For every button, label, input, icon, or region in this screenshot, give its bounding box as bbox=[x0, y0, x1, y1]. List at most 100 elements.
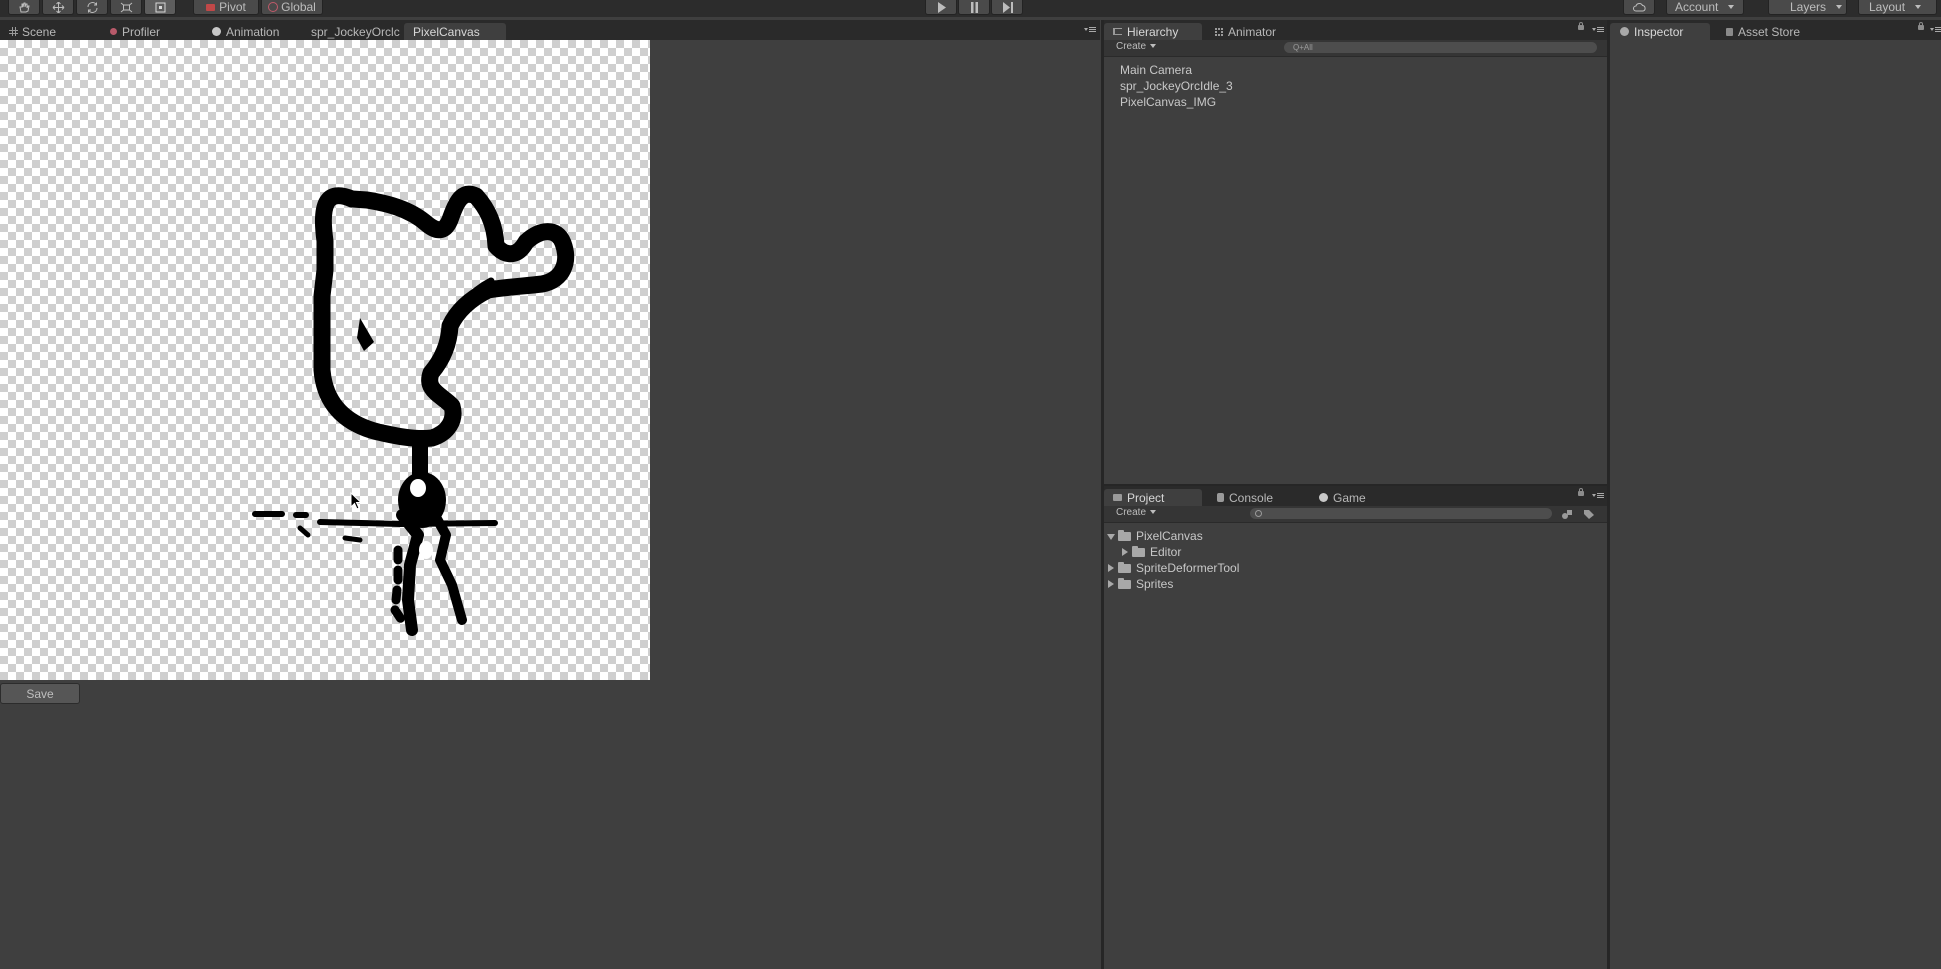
animator-icon bbox=[1215, 27, 1223, 36]
step-icon bbox=[1002, 1, 1013, 13]
rect-tool-icon bbox=[155, 2, 165, 12]
save-button[interactable]: Save bbox=[0, 683, 80, 704]
filter-by-type-icon[interactable] bbox=[1561, 509, 1573, 520]
search-placeholder: Q+All bbox=[1293, 43, 1313, 52]
pivot-label: Pivot bbox=[219, 0, 246, 14]
search-icon bbox=[1255, 510, 1262, 517]
folder-icon bbox=[1118, 562, 1131, 573]
folder-icon bbox=[1132, 546, 1145, 557]
tab-scene-label: Scene bbox=[22, 24, 57, 39]
folder-icon bbox=[1118, 530, 1131, 541]
tab-asset-store[interactable]: Asset Store bbox=[1714, 23, 1824, 40]
hierarchy-item-main-camera[interactable]: Main Camera bbox=[1120, 62, 1192, 78]
hand-tool-button[interactable] bbox=[8, 0, 40, 15]
hierarchy-search-input[interactable]: Q+All bbox=[1284, 42, 1597, 53]
chevron-down-icon bbox=[1150, 510, 1157, 515]
hierarchy-tab-strip: Hierarchy Animator bbox=[1104, 20, 1607, 40]
expand-arrow-icon[interactable] bbox=[1107, 534, 1115, 540]
panel-menu-icon[interactable] bbox=[1592, 492, 1604, 502]
mouse-cursor-icon bbox=[350, 492, 362, 510]
pause-button[interactable] bbox=[958, 0, 990, 15]
layout-label: Layout bbox=[1869, 0, 1906, 14]
collapse-arrow-icon[interactable] bbox=[1108, 580, 1114, 588]
tab-inspector[interactable]: Inspector bbox=[1610, 23, 1710, 40]
tab-game-label: Game bbox=[1333, 490, 1366, 505]
create-dropdown[interactable]: Create bbox=[1116, 507, 1157, 518]
tab-asset-store-label: Asset Store bbox=[1738, 24, 1801, 39]
tab-animation[interactable]: Animation bbox=[203, 23, 308, 40]
folder-label: PixelCanvas bbox=[1136, 529, 1203, 543]
play-button[interactable] bbox=[925, 0, 957, 15]
tab-hierarchy[interactable]: Hierarchy bbox=[1104, 23, 1202, 40]
hierarchy-item-pixelcanvas-img[interactable]: PixelCanvas_IMG bbox=[1120, 94, 1216, 110]
create-label: Create bbox=[1116, 41, 1147, 52]
sprite-drawing bbox=[252, 185, 575, 636]
account-dropdown[interactable]: Account bbox=[1666, 0, 1744, 15]
project-folder-sprites[interactable]: Sprites bbox=[1108, 576, 1173, 592]
tab-inspector-label: Inspector bbox=[1634, 24, 1684, 39]
pivot-toggle[interactable]: Pivot bbox=[193, 0, 259, 15]
chevron-down-icon bbox=[1728, 5, 1735, 9]
chevron-down-icon bbox=[1836, 5, 1843, 9]
filter-by-label-icon[interactable] bbox=[1583, 509, 1595, 520]
hierarchy-item-sprite[interactable]: spr_JockeyOrcIdle_3 bbox=[1120, 78, 1233, 94]
panel-menu-icon[interactable] bbox=[1084, 26, 1096, 36]
grid-icon bbox=[9, 27, 18, 36]
console-icon bbox=[1217, 493, 1224, 502]
tab-hierarchy-label: Hierarchy bbox=[1127, 24, 1179, 39]
layers-dropdown[interactable]: Layers bbox=[1768, 0, 1847, 15]
tab-animator-label: Animator bbox=[1228, 24, 1277, 39]
project-folder-spritedeformertool[interactable]: SpriteDeformerTool bbox=[1108, 560, 1239, 576]
lock-icon[interactable] bbox=[1918, 22, 1924, 30]
inspector-tab-strip: Inspector Asset Store bbox=[1610, 20, 1941, 40]
tab-profiler-label: Profiler bbox=[122, 24, 161, 39]
hierarchy-toolbar: Create Q+All bbox=[1104, 40, 1607, 57]
hierarchy-icon bbox=[1113, 28, 1122, 35]
tab-game[interactable]: Game bbox=[1310, 489, 1410, 506]
tab-project[interactable]: Project bbox=[1104, 489, 1202, 506]
global-label: Global bbox=[281, 0, 316, 14]
project-search-input[interactable] bbox=[1250, 508, 1552, 519]
tab-pixelcanvas-label: PixelCanvas bbox=[413, 24, 480, 39]
panel-menu-icon[interactable] bbox=[1930, 26, 1941, 36]
tab-sprite[interactable]: spr_JockeyOrclc bbox=[302, 23, 402, 40]
project-folder-pixelcanvas[interactable]: PixelCanvas bbox=[1107, 528, 1203, 544]
collapse-arrow-icon[interactable] bbox=[1108, 564, 1114, 572]
store-icon bbox=[1726, 27, 1733, 36]
tab-project-label: Project bbox=[1127, 490, 1165, 505]
collapse-arrow-icon[interactable] bbox=[1122, 548, 1128, 556]
chevron-down-icon bbox=[1150, 44, 1157, 49]
rotate-icon bbox=[87, 1, 97, 13]
tab-console[interactable]: Console bbox=[1208, 489, 1308, 506]
scale-tool-button[interactable] bbox=[110, 0, 142, 15]
tab-profiler[interactable]: Profiler bbox=[101, 23, 206, 40]
layout-dropdown[interactable]: Layout bbox=[1858, 0, 1937, 15]
folder-icon bbox=[1113, 494, 1122, 501]
move-tool-button[interactable] bbox=[42, 0, 74, 15]
step-button[interactable] bbox=[991, 0, 1023, 15]
tab-scene[interactable]: Scene bbox=[0, 23, 100, 40]
pixel-canvas[interactable] bbox=[0, 40, 650, 680]
folder-icon bbox=[1118, 578, 1131, 589]
create-dropdown[interactable]: Create bbox=[1116, 41, 1157, 52]
rotate-tool-button[interactable] bbox=[76, 0, 108, 15]
rect-tool-button[interactable] bbox=[144, 0, 176, 15]
game-icon bbox=[1319, 493, 1328, 502]
project-folder-editor[interactable]: Editor bbox=[1122, 544, 1181, 560]
panel-menu-icon[interactable] bbox=[1592, 26, 1604, 36]
info-icon bbox=[1620, 27, 1629, 36]
scene-tab-strip: Scene Profiler Animation spr_JockeyOrclc… bbox=[0, 20, 1100, 40]
create-label: Create bbox=[1116, 507, 1147, 518]
cloud-button[interactable] bbox=[1623, 0, 1655, 15]
tab-pixelcanvas[interactable]: PixelCanvas bbox=[404, 23, 506, 40]
pivot-icon bbox=[206, 3, 216, 11]
folder-label: Sprites bbox=[1136, 577, 1174, 591]
tab-sprite-label: spr_JockeyOrclc bbox=[311, 24, 400, 39]
tab-console-label: Console bbox=[1229, 490, 1274, 505]
tab-animation-label: Animation bbox=[226, 24, 280, 39]
tab-animator[interactable]: Animator bbox=[1206, 23, 1306, 40]
lock-icon[interactable] bbox=[1578, 22, 1584, 30]
lock-icon[interactable] bbox=[1578, 488, 1584, 496]
global-toggle[interactable]: Global bbox=[261, 0, 323, 15]
panel-divider[interactable] bbox=[1607, 20, 1610, 969]
